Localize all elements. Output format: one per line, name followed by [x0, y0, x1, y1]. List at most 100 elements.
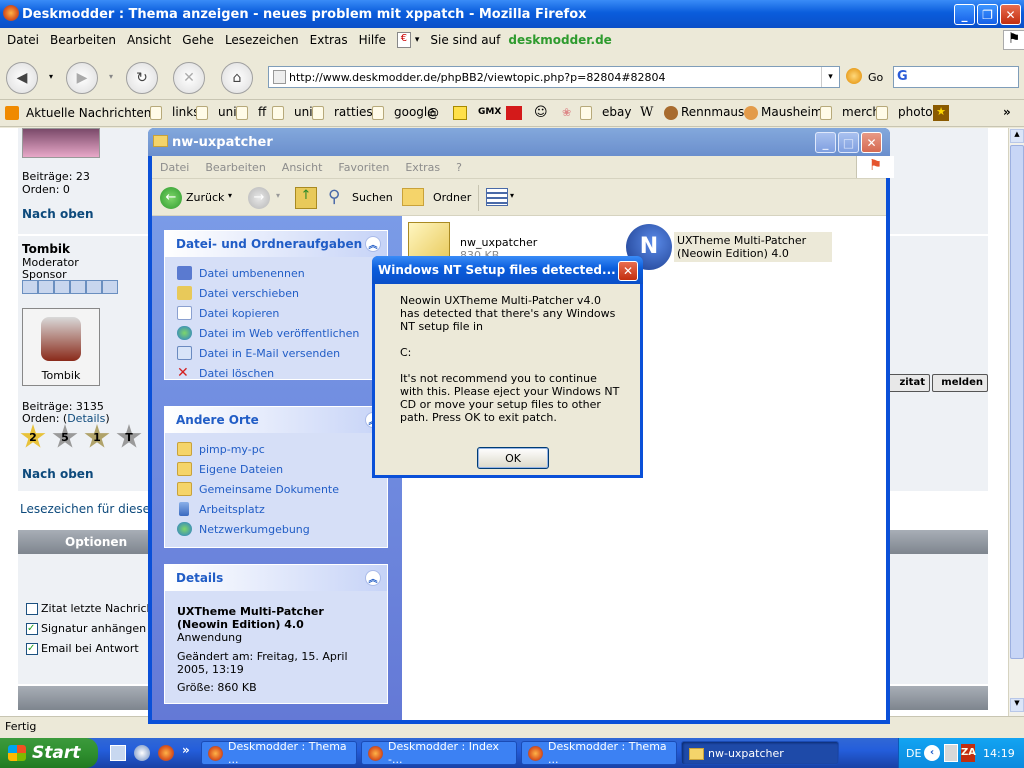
taskbar-item-firefox-3[interactable]: Deskmodder : Thema ... — [521, 740, 677, 766]
collapse-chevron-icon[interactable]: ︽ — [365, 570, 381, 586]
bookmark-site-icon[interactable] — [453, 106, 467, 120]
menu-hilfe[interactable]: Hilfe — [359, 33, 386, 47]
restore-button[interactable]: ❐ — [977, 4, 998, 25]
back-button[interactable]: ◀ — [6, 62, 38, 94]
bookmark-news[interactable]: Aktuelle Nachrichten... — [26, 106, 163, 120]
more-bookmarks-icon[interactable]: » — [1003, 105, 1011, 119]
explorer-back-button[interactable]: Zurück — [186, 191, 224, 204]
ex-menu-help[interactable]: ? — [456, 161, 462, 174]
details-header[interactable]: Details ︽ — [165, 565, 387, 591]
collapse-chevron-icon[interactable]: ︽ — [365, 236, 381, 252]
menu-bearbeiten[interactable]: Bearbeiten — [50, 33, 116, 47]
file-name-uxpatcher[interactable]: nw_uxpatcher — [460, 236, 537, 249]
go-button[interactable]: Go — [868, 71, 883, 84]
search-button[interactable]: Suchen — [352, 191, 393, 204]
bookmark-uni-2[interactable]: uni — [294, 105, 313, 119]
extension-icon[interactable]: € — [396, 32, 411, 48]
place-pimp-my-pc[interactable]: pimp-my-pc — [165, 439, 387, 459]
zonealarm-icon[interactable]: ZA — [961, 744, 976, 762]
ex-menu-datei[interactable]: Datei — [160, 161, 189, 174]
heise-icon[interactable] — [506, 106, 522, 120]
menu-datei[interactable]: Datei — [7, 33, 39, 47]
search-input[interactable]: G — [893, 66, 1019, 88]
task-publish[interactable]: Datei im Web veröffentlichen — [165, 323, 387, 343]
task-rename[interactable]: Datei umbenennen — [165, 263, 387, 283]
bookmark-mausheim[interactable]: Mausheim — [761, 105, 823, 119]
dialog-close-button[interactable]: ✕ — [618, 261, 638, 281]
bookmark-ff[interactable]: ff — [258, 105, 266, 119]
ex-menu-extras[interactable]: Extras — [405, 161, 440, 174]
file-name-multipatcher[interactable]: UXTheme Multi-Patcher (Neowin Edition) 4… — [674, 232, 832, 262]
start-button[interactable]: Start — [0, 738, 98, 768]
extension-dropdown-icon[interactable]: ▾ — [415, 35, 420, 45]
scroll-down-icon[interactable]: ▼ — [1010, 698, 1024, 712]
explorer-minimize-button[interactable]: _ — [815, 132, 836, 153]
gmx-icon[interactable]: GMX — [478, 107, 501, 117]
bookmark-pink-icon[interactable]: ❀ — [562, 106, 571, 119]
page-scrollbar[interactable]: ▲ ▼ — [1008, 128, 1024, 716]
quicklaunch-more-icon[interactable]: » — [182, 743, 190, 757]
taskbar-item-firefox-2[interactable]: Deskmodder : Index -... — [361, 740, 517, 766]
language-indicator[interactable]: DE — [906, 747, 921, 760]
views-icon[interactable] — [486, 188, 508, 206]
star-icon[interactable]: ★ — [933, 105, 949, 121]
task-copy[interactable]: Datei kopieren — [165, 303, 387, 323]
back-to-top-link-2[interactable]: Nach oben — [22, 467, 94, 481]
reload-button[interactable]: ↻ — [126, 62, 158, 94]
go-icon[interactable] — [846, 68, 862, 84]
quicklaunch-firefox-icon[interactable] — [158, 745, 174, 761]
bookmark-uni[interactable]: uni — [218, 105, 237, 119]
taskbar-item-firefox-1[interactable]: Deskmodder : Thema ... — [201, 740, 357, 766]
place-my-computer[interactable]: Arbeitsplatz — [165, 499, 387, 519]
quicklaunch-ie-icon[interactable] — [134, 745, 150, 761]
bookmark-rennmaus[interactable]: Rennmaus — [681, 105, 744, 119]
url-bar[interactable]: http://www.deskmodder.de/phpBB2/viewtopi… — [268, 66, 840, 88]
bookmark-ebay[interactable]: ebay — [602, 105, 631, 119]
back-arrow-icon[interactable]: ← — [160, 187, 182, 209]
quote-button[interactable]: zitat — [884, 374, 930, 392]
home-button[interactable]: ⌂ — [221, 62, 253, 94]
task-email[interactable]: Datei in E-Mail versenden — [165, 343, 387, 363]
back-to-top-link[interactable]: Nach oben — [22, 207, 94, 221]
back-dropdown-icon[interactable]: ▾ — [228, 191, 232, 200]
scroll-up-icon[interactable]: ▲ — [1010, 129, 1024, 143]
forward-arrow-icon[interactable]: → — [248, 187, 270, 209]
close-button[interactable]: ✕ — [1000, 4, 1021, 25]
scroll-thumb[interactable] — [1010, 145, 1024, 659]
forward-history-dropdown-icon[interactable]: ▾ — [109, 72, 113, 81]
report-button[interactable]: melden — [932, 374, 988, 392]
show-desktop-icon[interactable] — [110, 745, 126, 761]
quote-checkbox[interactable] — [26, 602, 38, 615]
views-dropdown-icon[interactable]: ▾ — [510, 191, 514, 200]
forward-dropdown-icon[interactable]: ▾ — [276, 191, 280, 200]
place-network[interactable]: Netzwerkumgebung — [165, 519, 387, 539]
task-move[interactable]: Datei verschieben — [165, 283, 387, 303]
menu-ansicht[interactable]: Ansicht — [127, 33, 171, 47]
task-delete[interactable]: ✕ Datei löschen — [165, 363, 387, 383]
menu-gehe[interactable]: Gehe — [182, 33, 214, 47]
url-dropdown-icon[interactable]: ▾ — [821, 67, 839, 87]
taskbar-item-explorer[interactable]: nw-uxpatcher — [681, 741, 839, 765]
email-checkbox[interactable]: ✓ — [26, 642, 38, 655]
bookmark-merch[interactable]: merch — [842, 105, 880, 119]
place-my-documents[interactable]: Eigene Dateien — [165, 459, 387, 479]
menu-extras[interactable]: Extras — [310, 33, 348, 47]
at-icon[interactable]: @ — [427, 106, 439, 120]
search-icon[interactable]: ⚲ — [328, 187, 340, 207]
explorer-maximize-button[interactable]: □ — [838, 132, 859, 153]
ex-menu-favoriten[interactable]: Favoriten — [338, 161, 389, 174]
folders-button[interactable]: Ordner — [433, 191, 471, 204]
stop-button[interactable]: ✕ — [173, 62, 205, 94]
back-history-dropdown-icon[interactable]: ▾ — [49, 72, 53, 81]
smiley-icon[interactable]: ☺ — [534, 105, 548, 120]
username[interactable]: Tombik — [22, 242, 70, 256]
expand-tray-icon[interactable]: ‹ — [924, 745, 940, 761]
folder-up-icon[interactable]: ↑ — [295, 187, 317, 209]
ex-menu-bearbeiten[interactable]: Bearbeiten — [205, 161, 265, 174]
other-places-header[interactable]: Andere Orte︽ — [165, 407, 387, 433]
folders-icon[interactable] — [402, 188, 424, 206]
file-tasks-header[interactable]: Datei- und Ordneraufgaben ︽ — [165, 231, 387, 257]
bookmark-ratties[interactable]: ratties — [334, 105, 373, 119]
ex-menu-ansicht[interactable]: Ansicht — [282, 161, 323, 174]
place-shared-documents[interactable]: Gemeinsame Dokumente — [165, 479, 387, 499]
